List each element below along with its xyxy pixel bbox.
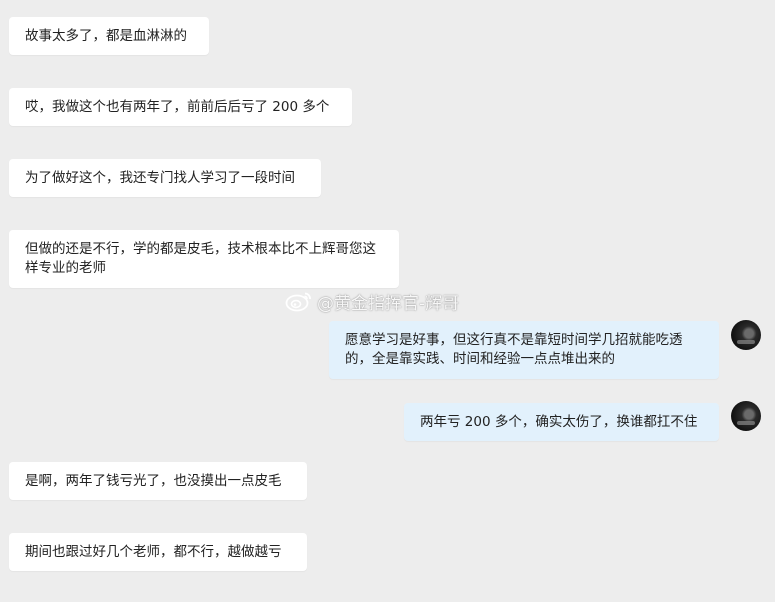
message-bubble-received: 但做的还是不行，学的都是皮毛，技术根本比不上辉哥您这样专业的老师: [9, 230, 399, 288]
message-bubble-received: 故事太多了，都是血淋淋的: [9, 17, 209, 55]
message-bubble-sent: 两年亏 200 多个，确实太伤了，换谁都扛不住: [404, 403, 719, 441]
chat-area: 故事太多了，都是血淋淋的 哎，我做这个也有两年了，前前后后亏了 200 多个 为…: [0, 0, 775, 602]
weibo-logo-icon: [285, 292, 311, 312]
message-bubble-received: 哎，我做这个也有两年了，前前后后亏了 200 多个: [9, 88, 352, 126]
message-bubble-received: 期间也跟过好几个老师，都不行，越做越亏: [9, 533, 307, 571]
watermark: @黄金指挥官-辉哥: [285, 288, 459, 314]
message-bubble-received: 为了做好这个，我还专门找人学习了一段时间: [9, 159, 321, 197]
user-avatar[interactable]: [731, 320, 761, 350]
message-bubble-received: 是啊，两年了钱亏光了，也没摸出一点皮毛: [9, 462, 307, 500]
message-bubble-sent: 愿意学习是好事，但这行真不是靠短时间学几招就能吃透的，全是靠实践、时间和经验一点…: [329, 321, 719, 379]
user-avatar[interactable]: [731, 401, 761, 431]
watermark-text: @黄金指挥官-辉哥: [317, 293, 460, 314]
